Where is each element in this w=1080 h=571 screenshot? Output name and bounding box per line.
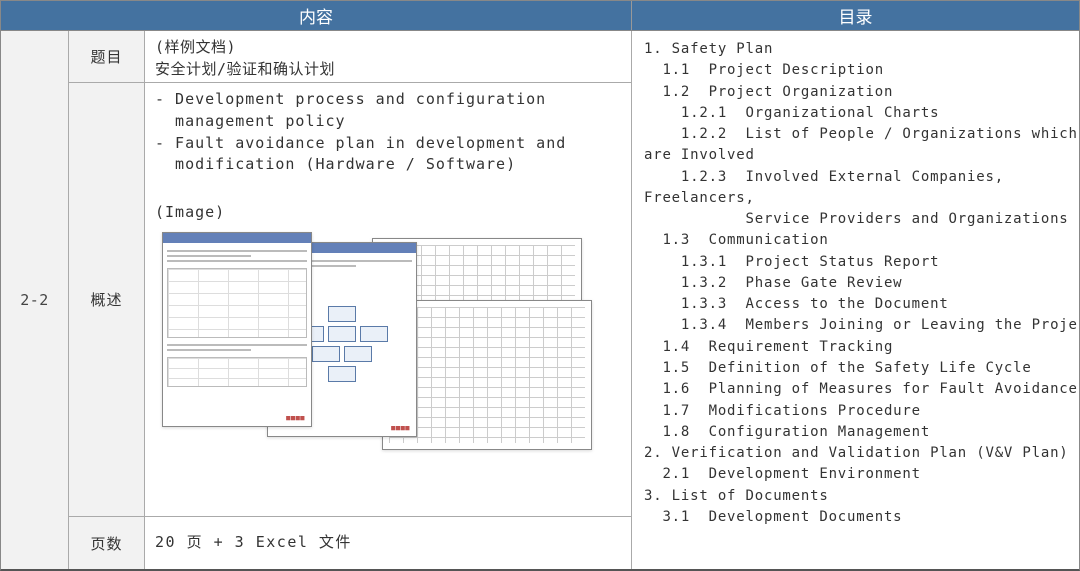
header-content: 内容 (1, 1, 632, 30)
toc-line: 1.2.3 Involved External Companies, (644, 167, 1069, 188)
image-label: (Image) (155, 202, 621, 224)
document-thumbnails: ■■■■ ■■■■ (157, 230, 587, 450)
toc-line: 1.4 Requirement Tracking (644, 337, 1069, 358)
toc-line: 1.3.1 Project Status Report (644, 252, 1069, 273)
toc-line: 1.3 Communication (644, 230, 1069, 251)
table-header: 内容 目录 (1, 1, 1079, 31)
overview-line: - Development process and configuration (155, 89, 621, 111)
overview-content: - Development process and configuration … (145, 83, 631, 516)
overview-row: 概述 - Development process and configurati… (69, 83, 631, 517)
overview-line: modification (Hardware / Software) (155, 154, 621, 176)
toc-line: 1.6 Planning of Measures for Fault Avoid… (644, 379, 1069, 400)
main-table: 内容 目录 2-2 题目 (样例文档) 安全计划/验证和确认计划 概述 - De… (0, 0, 1080, 571)
toc-line: 1.8 Configuration Management (644, 422, 1069, 443)
thumbnail-doc-table: ■■■■ (162, 232, 312, 427)
row-id: 2-2 (1, 31, 69, 569)
toc-line: 2. Verification and Validation Plan (V&V… (644, 443, 1069, 464)
toc-line: 1.7 Modifications Procedure (644, 401, 1069, 422)
toc-line: 1. Safety Plan (644, 39, 1069, 60)
toc-line: Freelancers, (644, 188, 1069, 209)
title-content: (样例文档) 安全计划/验证和确认计划 (145, 31, 631, 82)
content-column: 题目 (样例文档) 安全计划/验证和确认计划 概述 - Development … (69, 31, 632, 569)
toc-line: Service Providers and Organizations (644, 209, 1069, 230)
table-body: 2-2 题目 (样例文档) 安全计划/验证和确认计划 概述 - Developm… (1, 31, 1079, 569)
header-toc: 目录 (632, 1, 1079, 30)
toc-column: 1. Safety Plan 1.1 Project Description 1… (632, 31, 1079, 569)
toc-line: 2.1 Development Environment (644, 464, 1069, 485)
pages-content: 20 页 + 3 Excel 文件 (145, 517, 631, 569)
label-title: 题目 (69, 31, 145, 82)
title-row: 题目 (样例文档) 安全计划/验证和确认计划 (69, 31, 631, 83)
overview-text: - Development process and configuration … (155, 89, 621, 176)
title-line2: 安全计划/验证和确认计划 (155, 59, 621, 81)
overview-line: - Fault avoidance plan in development an… (155, 133, 621, 155)
toc-line: 1.2.2 List of People / Organizations whi… (644, 124, 1069, 145)
toc-line: 1.5 Definition of the Safety Life Cycle (644, 358, 1069, 379)
pages-row: 页数 20 页 + 3 Excel 文件 (69, 517, 631, 569)
toc-line: 1.3.4 Members Joining or Leaving the Pro… (644, 315, 1069, 336)
toc-line: 3. List of Documents (644, 486, 1069, 507)
label-pages: 页数 (69, 517, 145, 569)
toc-line: 1.2.1 Organizational Charts (644, 103, 1069, 124)
toc-line: 3.1 Development Documents (644, 507, 1069, 528)
title-line1: (样例文档) (155, 37, 621, 59)
toc-line: 1.1 Project Description (644, 60, 1069, 81)
overview-line: management policy (155, 111, 621, 133)
label-overview: 概述 (69, 83, 145, 516)
toc-line: 1.3.2 Phase Gate Review (644, 273, 1069, 294)
toc-line: 1.2 Project Organization (644, 82, 1069, 103)
toc-line: 1.3.3 Access to the Document (644, 294, 1069, 315)
toc-line: are Involved (644, 145, 1069, 166)
